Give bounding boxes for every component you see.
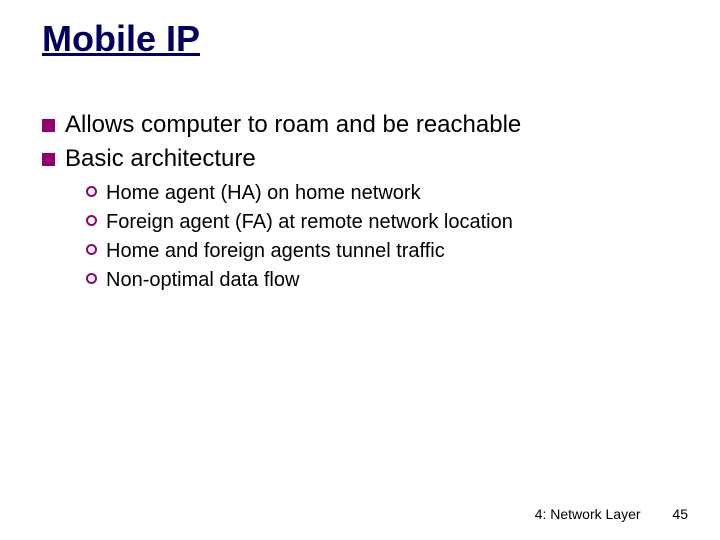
sub-bullet-text: Home agent (HA) on home network — [106, 180, 421, 207]
sub-bullet-item: Home and foreign agents tunnel traffic — [86, 238, 662, 265]
bullet-text: Allows computer to roam and be reachable — [65, 110, 521, 140]
sub-bullet-item: Foreign agent (FA) at remote network loc… — [86, 209, 662, 236]
slide-footer: 4: Network Layer 45 — [535, 506, 688, 522]
circle-bullet-icon — [86, 244, 97, 255]
sub-bullet-text: Home and foreign agents tunnel traffic — [106, 238, 445, 265]
sub-bullet-item: Non-optimal data flow — [86, 267, 662, 294]
bullet-text: Basic architecture — [65, 144, 256, 174]
sub-bullet-text: Foreign agent (FA) at remote network loc… — [106, 209, 513, 236]
square-bullet-icon — [42, 153, 55, 166]
bullet-item: Allows computer to roam and be reachable — [42, 110, 662, 140]
circle-bullet-icon — [86, 186, 97, 197]
slide-title: Mobile IP — [42, 18, 200, 60]
circle-bullet-icon — [86, 273, 97, 284]
footer-page-number: 45 — [672, 506, 688, 522]
slide-body: Allows computer to roam and be reachable… — [42, 110, 662, 296]
footer-section: 4: Network Layer — [535, 506, 641, 522]
sub-bullet-item: Home agent (HA) on home network — [86, 180, 662, 207]
square-bullet-icon — [42, 119, 55, 132]
circle-bullet-icon — [86, 215, 97, 226]
slide: Mobile IP Allows computer to roam and be… — [0, 0, 720, 540]
sub-bullet-group: Home agent (HA) on home network Foreign … — [86, 180, 662, 294]
sub-bullet-text: Non-optimal data flow — [106, 267, 299, 294]
bullet-item: Basic architecture — [42, 144, 662, 174]
